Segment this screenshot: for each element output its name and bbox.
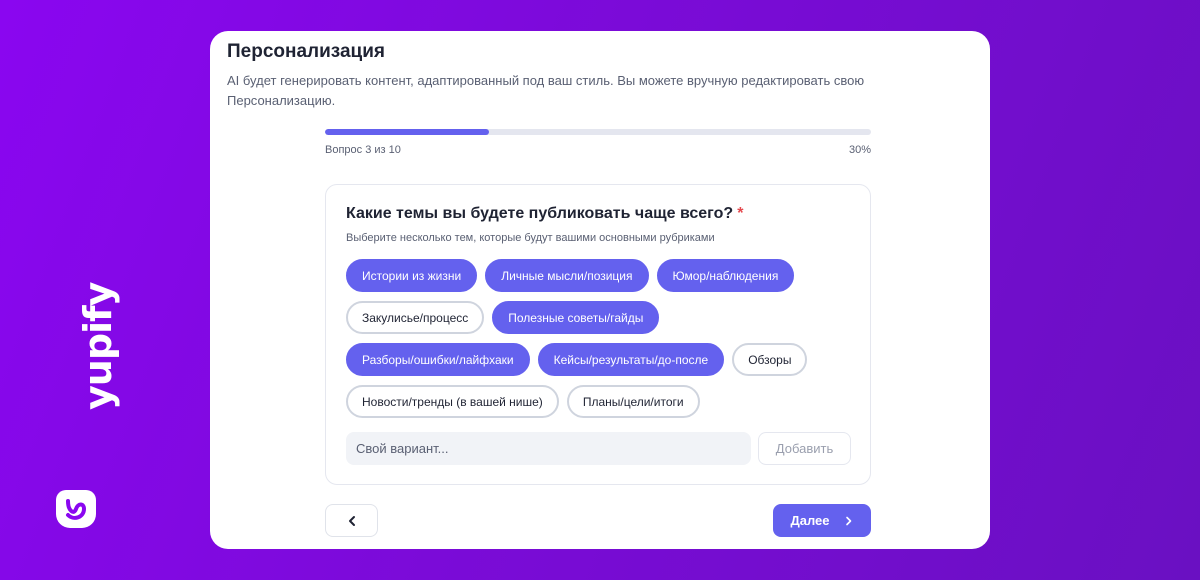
- topic-chip[interactable]: Юмор/наблюдения: [656, 259, 795, 292]
- topic-options: Истории из жизни Личные мысли/позиция Юмор…: [346, 259, 846, 418]
- chevron-left-icon: [348, 515, 355, 526]
- progress-label: Вопрос 3 из 10: [325, 144, 401, 156]
- topic-chip[interactable]: Закулисье/процесс: [346, 301, 485, 334]
- page-title: Персонализация: [227, 41, 386, 62]
- personalization-card: Персонализация AI будет генерировать кон…: [210, 31, 990, 549]
- topic-chip[interactable]: Разборы/ошибки/лайфхаки: [346, 343, 530, 376]
- brand-logo-icon: [56, 490, 96, 528]
- add-option-button[interactable]: Добавить: [758, 432, 851, 465]
- topic-chip[interactable]: Обзоры: [732, 343, 808, 376]
- chevron-right-icon: [845, 516, 851, 525]
- question-title: Какие темы вы будете публиковать чаще вс…: [346, 205, 743, 223]
- progress-bar: [325, 129, 871, 135]
- topic-chip[interactable]: Кейсы/результаты/до-после: [537, 343, 725, 376]
- custom-option-input[interactable]: [346, 432, 751, 465]
- question-subtitle: Выберите несколько тем, которые будут ва…: [346, 232, 715, 244]
- required-mark: *: [737, 205, 744, 222]
- brand-name: yupify: [76, 282, 120, 410]
- topic-chip[interactable]: Истории из жизни: [346, 259, 478, 292]
- question-title-text: Какие темы вы будете публиковать чаще вс…: [346, 205, 734, 222]
- progress-percent: 30%: [848, 144, 871, 156]
- topic-chip[interactable]: Полезные советы/гайды: [492, 301, 660, 334]
- page-description: AI будет генерировать контент, адаптиров…: [227, 73, 865, 108]
- question-box: Какие темы вы будете публиковать чаще вс…: [325, 184, 871, 485]
- topic-chip[interactable]: Личные мысли/позиция: [485, 259, 649, 292]
- progress-fill: [325, 129, 489, 135]
- next-button[interactable]: Далее: [773, 504, 871, 537]
- back-button[interactable]: [325, 504, 378, 537]
- topic-chip[interactable]: Новости/тренды (в вашей нише): [346, 385, 559, 418]
- next-button-label: Далее: [790, 513, 830, 528]
- topic-chip[interactable]: Планы/цели/итоги: [566, 385, 700, 418]
